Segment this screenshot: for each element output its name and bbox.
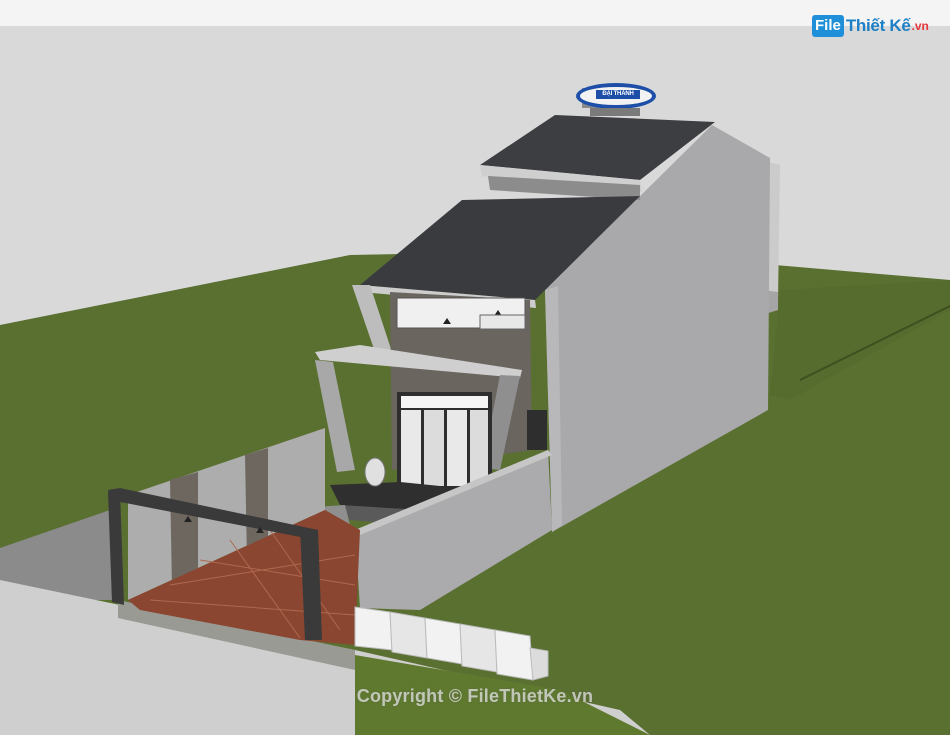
ac-unit xyxy=(479,314,526,330)
copyright-watermark: Copyright © FileThietKe.vn xyxy=(356,686,594,706)
door-panel-3 xyxy=(447,410,467,486)
door-panel-4 xyxy=(470,410,488,486)
water-tank-brand-label: ĐẠI THÀNH xyxy=(602,91,634,97)
house-3d-scene xyxy=(0,83,950,735)
door-transom xyxy=(401,396,488,408)
motorbike xyxy=(364,457,386,487)
logo-domain-text: .vn xyxy=(911,19,929,33)
site-logo[interactable]: File Thiết Kế .vn xyxy=(812,12,929,40)
door-panel-2 xyxy=(424,410,444,486)
water-tank xyxy=(576,83,656,116)
side-window xyxy=(527,410,547,450)
logo-main-text: Thiết Kế xyxy=(845,16,911,35)
logo-file-text: File xyxy=(812,15,844,37)
door-panel-1 xyxy=(401,410,421,486)
